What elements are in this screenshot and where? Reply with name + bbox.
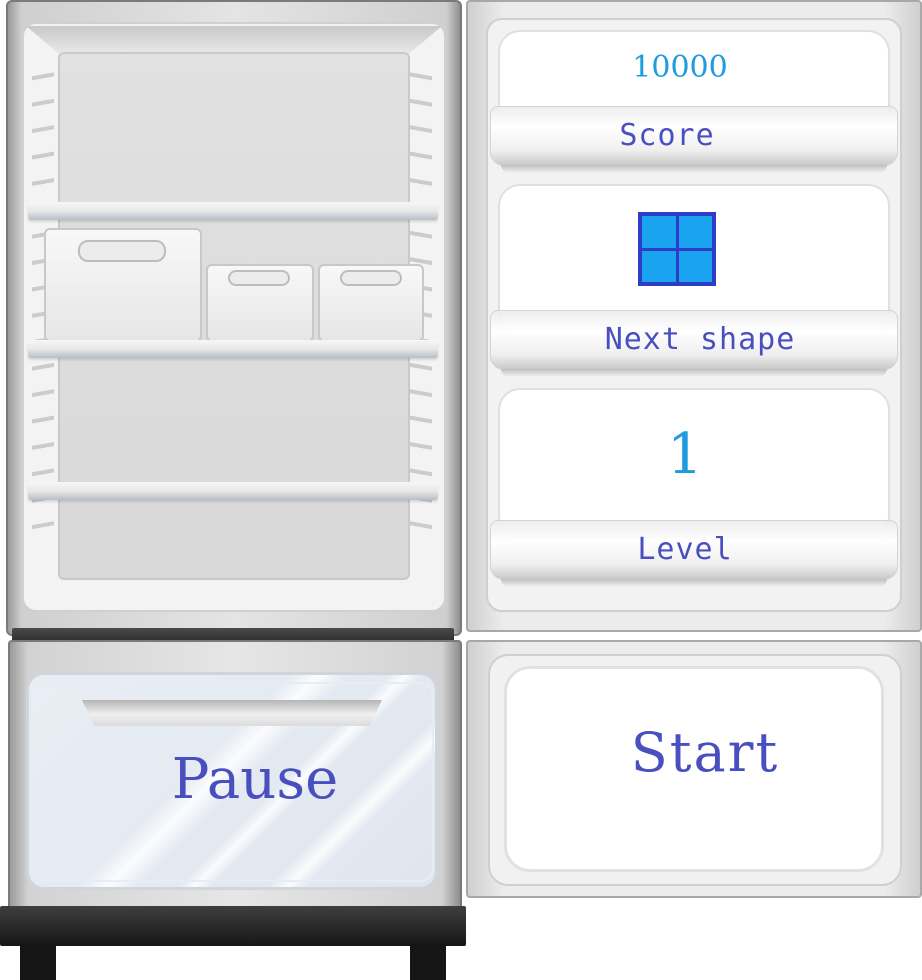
next-shape-cell [678,216,712,248]
start-button[interactable]: Start [560,714,850,790]
score-label: Score [619,118,715,153]
fridge-shelf-bottom [28,482,438,500]
next-shape-label: Next shape [604,322,796,357]
next-shape-cell [642,216,676,248]
next-shape-preview [638,212,716,286]
storage-bin-small-2-handle [340,270,402,286]
storage-bin-small-1-handle [228,270,290,286]
fridge-top-bevel [26,26,442,54]
next-shape-cell [642,250,676,282]
fridge-shelf-top [28,202,438,220]
freezer-drawer-handle [82,700,382,726]
fridge-shelf-middle [28,340,438,358]
score-value: 10000 [632,50,728,85]
next-shape-cell [678,250,712,282]
fridge-foot-bar [0,906,466,946]
fridge-foot-right [410,944,446,980]
level-label: Level [637,532,733,567]
level-value: 1 [667,422,703,487]
fridge-foot-left [20,944,56,980]
storage-bin-large-handle [78,240,166,262]
pause-button[interactable]: Pause [150,742,360,816]
